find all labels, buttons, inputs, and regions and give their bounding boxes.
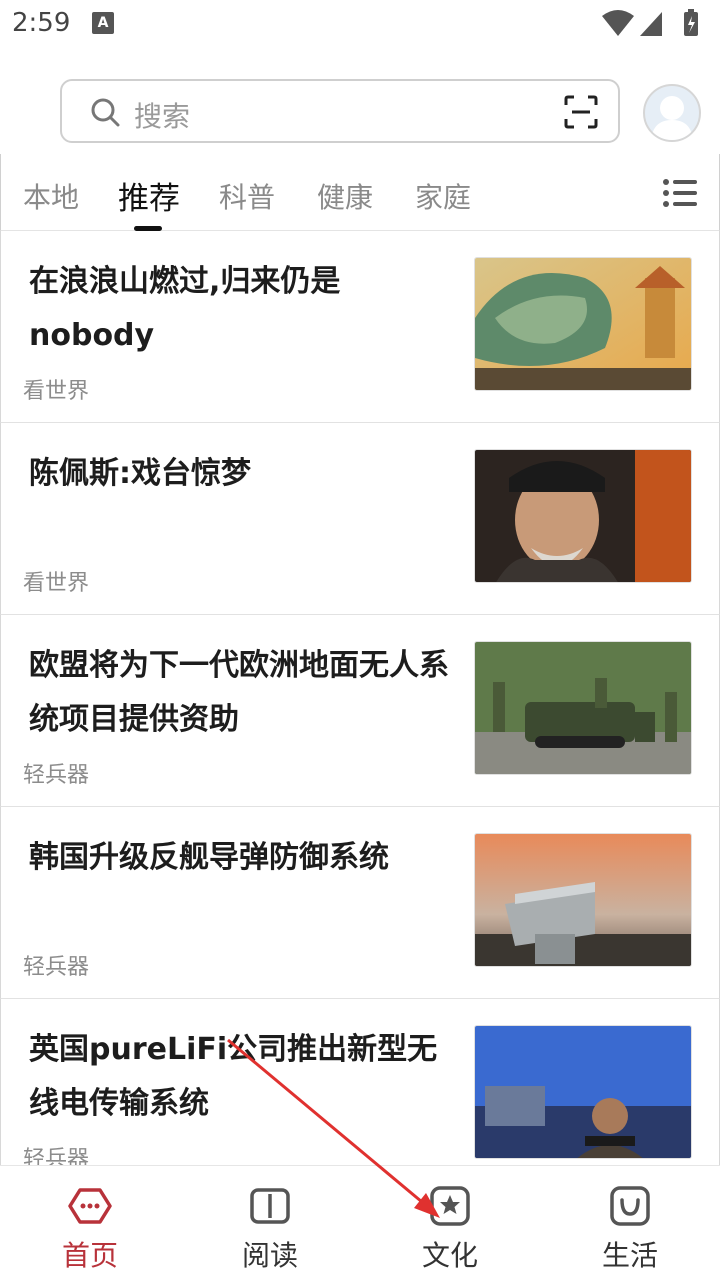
search-input[interactable]: 搜索 [60,79,620,143]
news-title: 韩国升级反舰导弹防御系统 [29,840,389,875]
news-feed: 在浪浪山燃过,归来仍是nobody 看世界 陈佩斯:戏台惊梦 看世界 欧盟将为下… [0,231,720,1165]
tab-menu-icon[interactable] [663,178,697,208]
news-item[interactable]: 欧盟将为下一代欧洲地面无人系统项目提供资助 轻兵器 [0,615,720,807]
news-thumbnail [474,833,692,967]
nav-read[interactable]: 阅读 [180,1166,360,1281]
status-icons [602,9,698,36]
news-source: 看世界 [23,379,90,404]
scan-icon[interactable] [564,95,598,129]
user-icon [651,96,693,140]
search-placeholder: 搜索 [134,100,191,133]
status-bar: 2:59 A [0,0,720,50]
nav-home[interactable]: 首页 [0,1166,180,1281]
news-source: 看世界 [23,571,90,596]
news-thumbnail [474,257,692,391]
news-item[interactable]: 陈佩斯:戏台惊梦 看世界 [0,423,720,615]
nav-life-label: 生活 [601,1239,658,1272]
tab-family[interactable]: 家庭 [415,176,471,216]
tab-science[interactable]: 科普 [219,176,275,216]
home-icon [68,1188,112,1224]
news-source: 轻兵器 [23,1147,90,1165]
bag-icon [610,1186,650,1226]
news-item[interactable]: 韩国升级反舰导弹防御系统 轻兵器 [0,807,720,999]
nav-home-label: 首页 [61,1239,118,1272]
news-title: 英国pureLiFi公司推出新型无线电传输系统 [29,1032,438,1121]
news-item[interactable]: 在浪浪山燃过,归来仍是nobody 看世界 [0,231,720,423]
news-item[interactable]: 英国pureLiFi公司推出新型无线电传输系统 轻兵器 [0,999,720,1165]
keyboard-indicator-icon: A [92,12,114,34]
book-icon [250,1188,290,1224]
search-icon [91,98,120,127]
status-time: 2:59 [12,8,71,38]
news-source: 轻兵器 [23,955,90,980]
news-thumbnail [474,1025,692,1159]
category-tabs: 本地 推荐 科普 健康 家庭 [0,154,720,231]
bottom-nav: 首页 阅读 文化 生活 [0,1165,720,1281]
news-thumbnail [474,449,692,583]
nav-life[interactable]: 生活 [540,1166,720,1281]
news-source: 轻兵器 [23,763,90,788]
tab-health[interactable]: 健康 [317,176,373,216]
nav-culture[interactable]: 文化 [360,1166,540,1281]
news-title: 欧盟将为下一代欧洲地面无人系统项目提供资助 [29,648,449,737]
avatar[interactable] [643,84,701,142]
tab-recommend[interactable]: 推荐 [118,173,180,218]
news-thumbnail [474,641,692,775]
news-title: 陈佩斯:戏台惊梦 [29,456,251,491]
star-badge-icon [430,1186,470,1226]
news-title: 在浪浪山燃过,归来仍是nobody [29,264,341,353]
nav-read-label: 阅读 [241,1239,298,1272]
tab-local[interactable]: 本地 [23,176,79,216]
nav-culture-label: 文化 [421,1239,478,1272]
